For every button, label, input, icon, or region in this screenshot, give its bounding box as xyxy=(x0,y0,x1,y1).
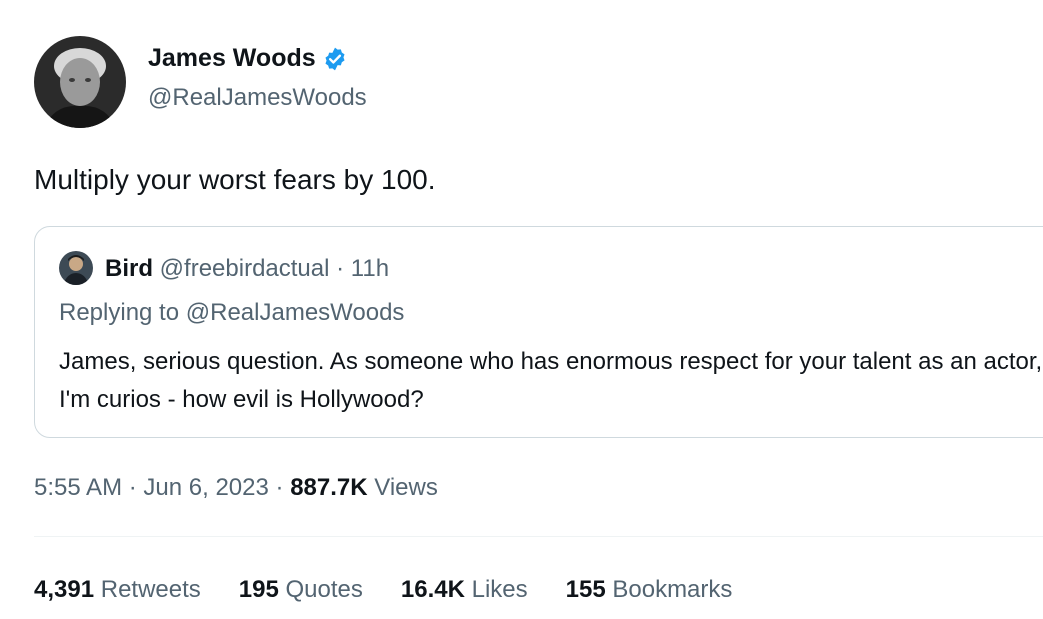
author-name[interactable]: James Woods xyxy=(148,44,316,73)
views-label: Views xyxy=(374,474,438,501)
stat-bookmarks[interactable]: 155 Bookmarks xyxy=(566,576,733,604)
verified-badge-icon xyxy=(325,47,345,70)
divider xyxy=(34,536,1043,537)
quoted-avatar[interactable] xyxy=(59,251,93,285)
tweet-date[interactable]: Jun 6, 2023 xyxy=(143,474,268,501)
stat-count: 4,391 xyxy=(34,576,95,603)
author-handle[interactable]: @RealJamesWoods xyxy=(148,84,367,112)
stat-count: 155 xyxy=(565,576,606,603)
views-count: 887.7K xyxy=(290,474,368,501)
quoted-handle[interactable]: @freebirdactual xyxy=(160,255,330,282)
tweet-meta: 5:55 AM · Jun 6, 2023 · 887.7K Views xyxy=(34,474,438,502)
stat-count: 195 xyxy=(238,576,279,603)
meta-separator-2: · xyxy=(275,474,284,501)
quoted-separator: · xyxy=(336,255,345,282)
quoted-text: James, serious question. As someone who … xyxy=(59,348,1043,413)
tweet-time[interactable]: 5:55 AM xyxy=(34,474,122,501)
quoted-tweet-card[interactable]: Bird @freebirdactual · 11h Replying to @… xyxy=(34,226,1043,438)
stat-label: Quotes xyxy=(285,576,363,603)
quoted-name[interactable]: Bird xyxy=(105,255,153,282)
meta-separator-1: · xyxy=(128,474,137,501)
author-avatar[interactable] xyxy=(34,36,126,128)
replying-to-handle[interactable]: @RealJamesWoods xyxy=(186,299,405,326)
quoted-header: Bird @freebirdactual · 11h xyxy=(105,255,389,283)
stat-likes[interactable]: 16.4K Likes xyxy=(401,576,528,604)
engagement-stats: 4,391 Retweets 195 Quotes 16.4K Likes 15… xyxy=(34,576,770,604)
tweet-text: Multiply your worst fears by 100. xyxy=(34,164,436,195)
stat-count: 16.4K xyxy=(400,576,465,603)
quoted-replying-to: Replying to @RealJamesWoods xyxy=(59,299,404,327)
stat-label: Bookmarks xyxy=(612,576,733,603)
author-name-row: James Woods xyxy=(148,44,348,73)
replying-to-label: Replying to xyxy=(59,299,180,326)
quoted-time[interactable]: 11h xyxy=(351,255,389,282)
stat-label: Retweets xyxy=(100,576,201,603)
stat-label: Likes xyxy=(471,576,528,603)
stat-quotes[interactable]: 195 Quotes xyxy=(239,576,363,604)
stat-retweets[interactable]: 4,391 Retweets xyxy=(34,576,201,604)
